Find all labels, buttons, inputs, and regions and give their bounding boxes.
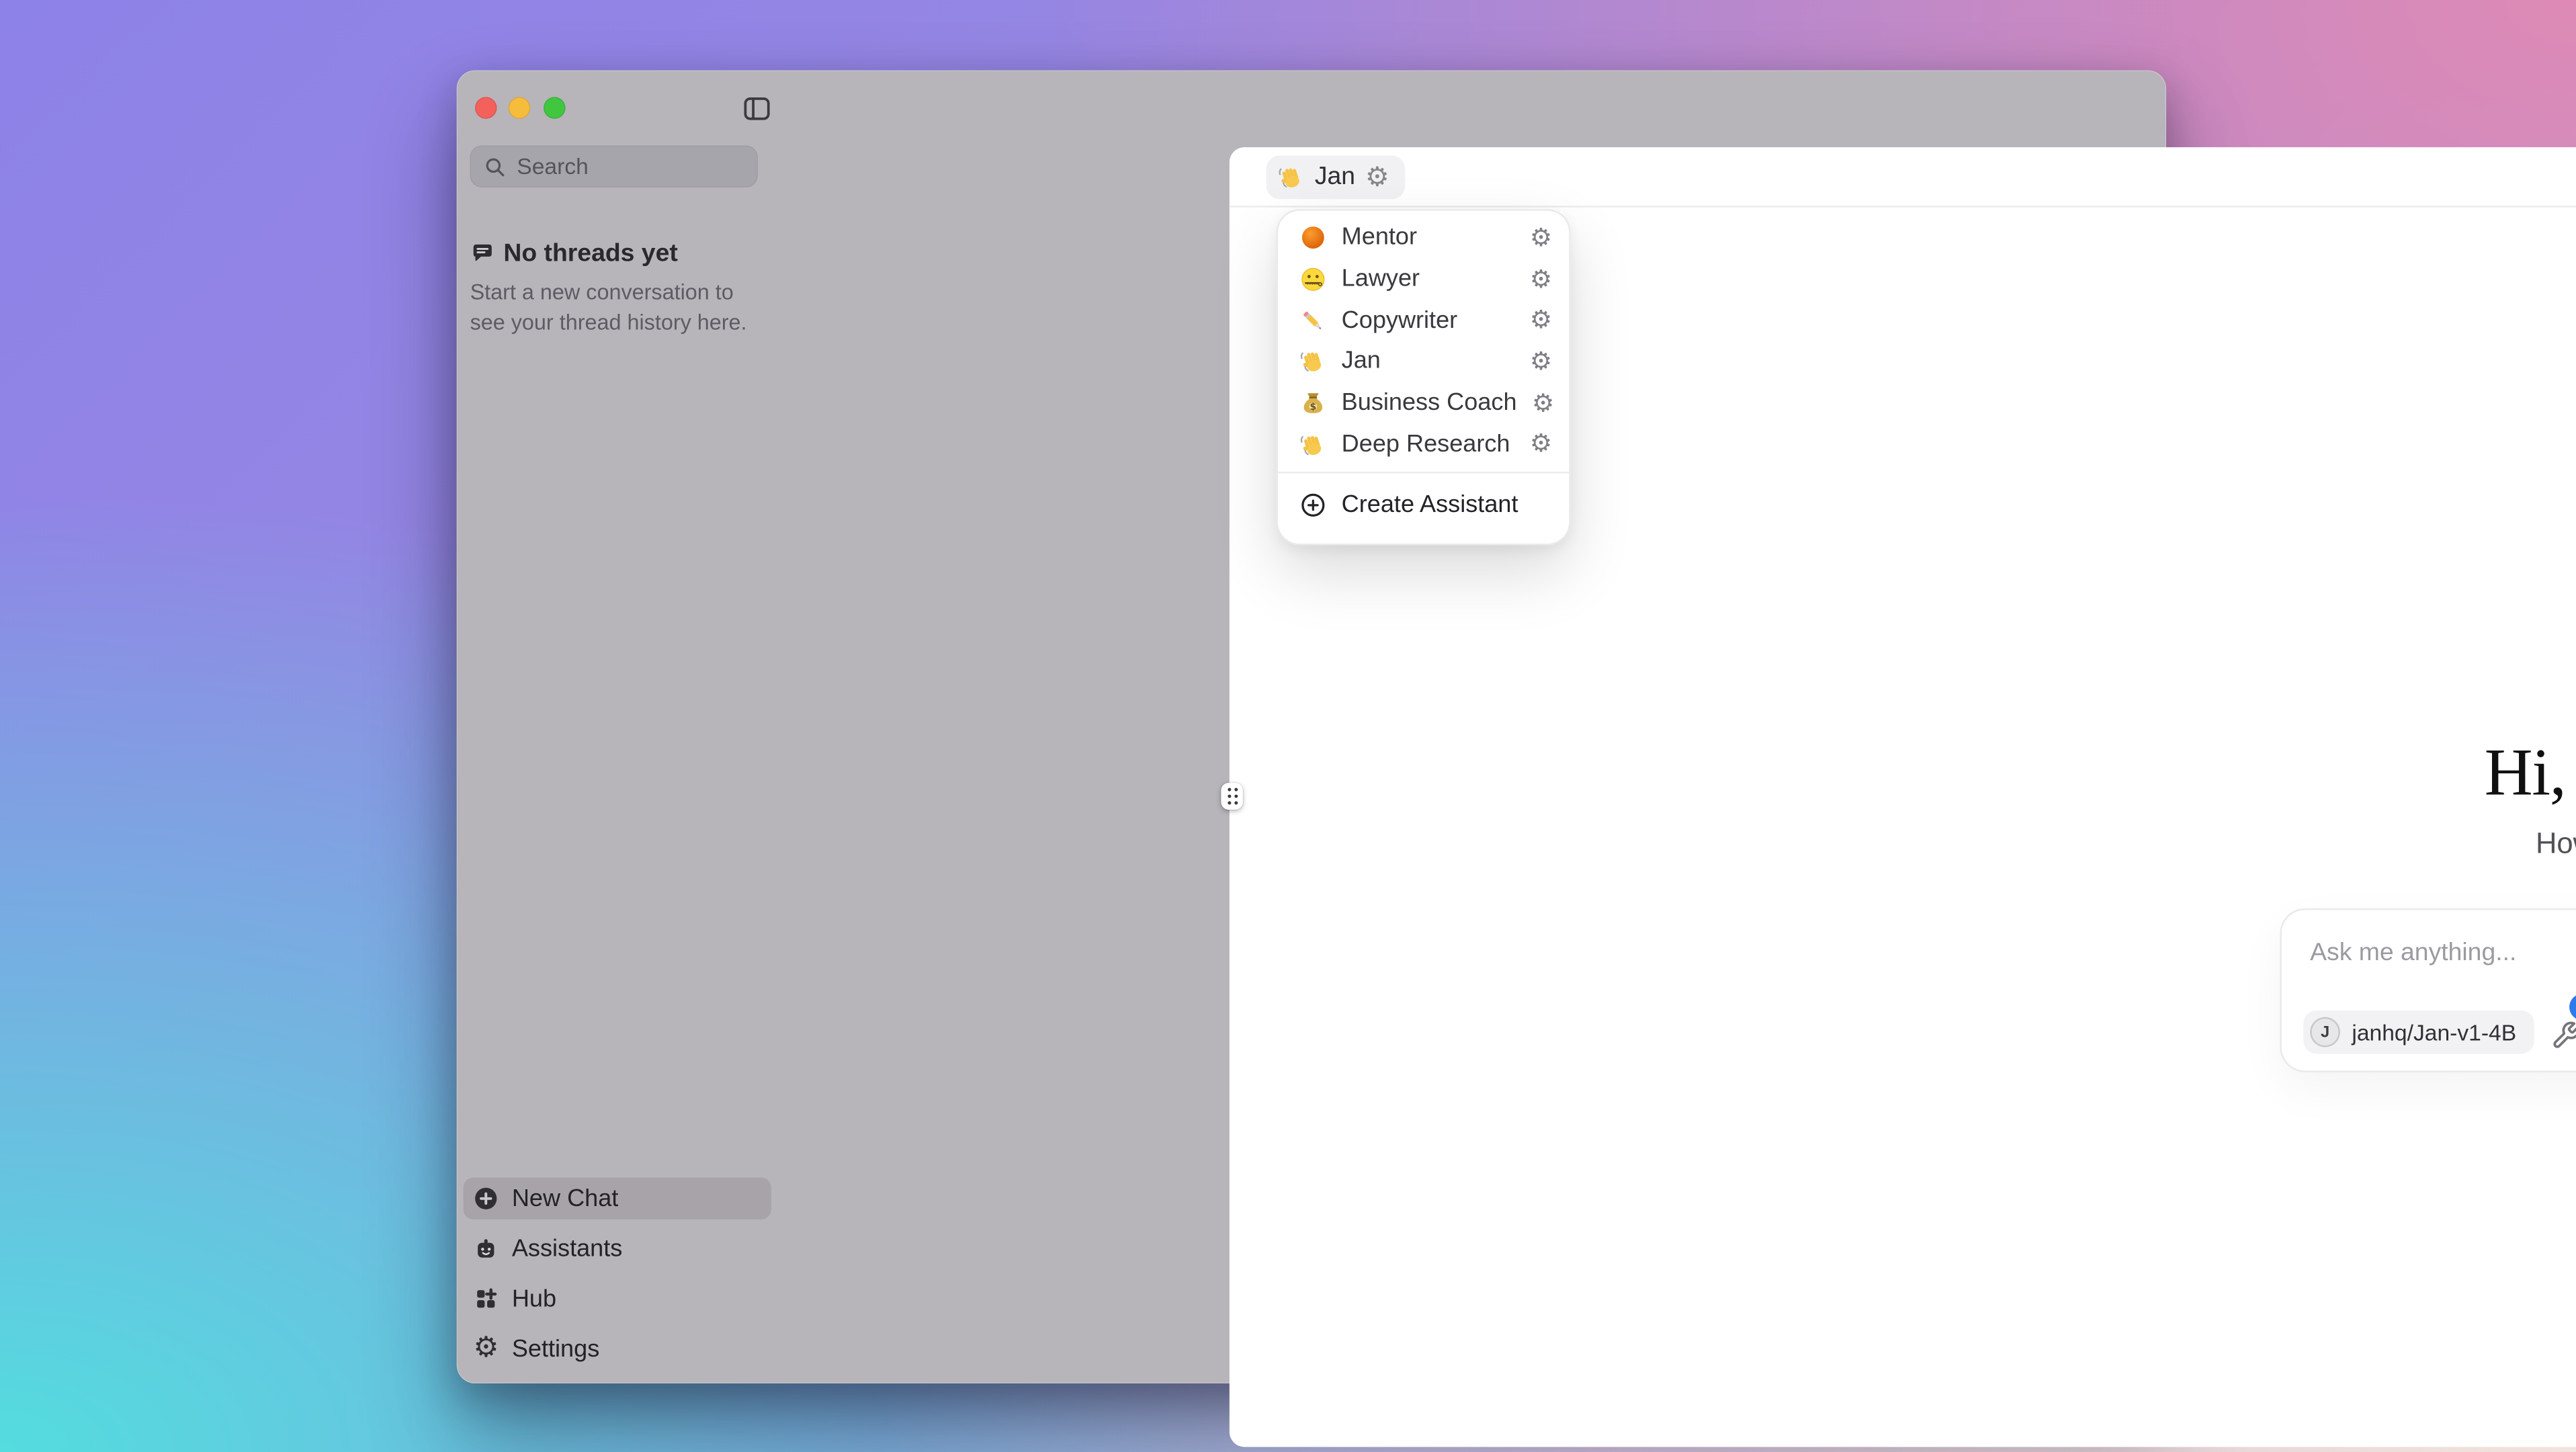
menu-item-jan[interactable]: Jan ⚙ bbox=[1278, 341, 1569, 382]
svg-text:$: $ bbox=[1310, 402, 1316, 413]
menu-item-label: Mentor bbox=[1342, 224, 1515, 251]
zoom-button[interactable] bbox=[543, 97, 564, 118]
model-selector-button[interactable]: J janhq/Jan-v1-4B bbox=[2303, 1011, 2534, 1054]
orange-circle-emoji bbox=[1299, 224, 1326, 251]
sidebar-item-label: Settings bbox=[512, 1336, 599, 1363]
menu-item-label: Lawyer bbox=[1342, 266, 1515, 293]
gear-icon[interactable]: ⚙ bbox=[1530, 226, 1552, 251]
assistants-icon bbox=[474, 1236, 499, 1261]
header-divider bbox=[1230, 206, 2576, 207]
empty-state-title: No threads yet bbox=[503, 239, 677, 267]
menu-item-label: Business Coach bbox=[1342, 390, 1517, 417]
waving-hand-emoji bbox=[1299, 431, 1326, 458]
zipper-mouth-face-emoji bbox=[1299, 266, 1326, 293]
search-icon bbox=[483, 155, 507, 178]
sidebar-toggle-button[interactable] bbox=[739, 92, 773, 126]
pencil-emoji bbox=[1299, 307, 1326, 334]
assistant-selector-button[interactable]: Jan ⚙ bbox=[1266, 155, 1404, 198]
model-avatar: J bbox=[2310, 1017, 2340, 1048]
close-button[interactable] bbox=[474, 97, 496, 118]
sidebar-item-label: Assistants bbox=[512, 1236, 623, 1263]
menu-item-business-coach[interactable]: $ Business Coach ⚙ bbox=[1278, 382, 1569, 423]
assistant-menu: Mentor ⚙ Lawyer ⚙ bbox=[1278, 211, 1569, 544]
desktop-wallpaper: No threads yet Start a new conversation … bbox=[0, 0, 2576, 1452]
menu-item-copywriter[interactable]: Copywriter ⚙ bbox=[1278, 300, 1569, 341]
settings-icon: ⚙ bbox=[474, 1335, 499, 1363]
app-window: No threads yet Start a new conversation … bbox=[457, 71, 2166, 1383]
gear-icon[interactable]: ⚙ bbox=[1530, 267, 1552, 292]
sidebar-item-label: Hub bbox=[512, 1285, 556, 1312]
hub-icon bbox=[474, 1287, 499, 1312]
empty-state-description: Start a new conversation to see your thr… bbox=[470, 277, 761, 336]
wrench-icon bbox=[2551, 1021, 2576, 1051]
greeting-subtitle: How can I help you today? bbox=[2027, 826, 2576, 861]
sidebar-item-assistants[interactable]: Assistants bbox=[464, 1228, 771, 1269]
gear-icon[interactable]: ⚙ bbox=[1530, 349, 1552, 374]
minimize-button[interactable] bbox=[509, 97, 530, 118]
search-input[interactable] bbox=[517, 154, 744, 179]
gear-icon[interactable]: ⚙ bbox=[1530, 432, 1552, 457]
menu-divider bbox=[1278, 472, 1569, 473]
gear-icon[interactable]: ⚙ bbox=[1530, 308, 1552, 333]
sidebar-nav: New Chat Assistants bbox=[464, 1178, 771, 1379]
menu-item-label: Jan bbox=[1342, 349, 1515, 376]
new-chat-icon bbox=[474, 1186, 499, 1211]
search-field[interactable] bbox=[470, 146, 758, 187]
create-assistant-button[interactable]: Create Assistant bbox=[1278, 480, 1569, 531]
chat-composer[interactable]: J janhq/Jan-v1-4B 1 bbox=[2282, 910, 2576, 1070]
sidebar-item-hub[interactable]: Hub bbox=[464, 1278, 771, 1320]
waving-hand-emoji bbox=[1278, 163, 1305, 190]
menu-item-label: Deep Research bbox=[1342, 431, 1515, 458]
menu-item-mentor[interactable]: Mentor ⚙ bbox=[1278, 218, 1569, 259]
greeting-title: Hi, how are you? bbox=[2027, 732, 2576, 811]
chat-input[interactable] bbox=[2310, 933, 2576, 970]
money-bag-emoji: $ bbox=[1299, 390, 1326, 417]
menu-item-lawyer[interactable]: Lawyer ⚙ bbox=[1278, 259, 1569, 300]
assistant-name: Jan bbox=[1315, 162, 1355, 190]
gear-icon[interactable]: ⚙ bbox=[1365, 163, 1389, 190]
panel-left-icon bbox=[742, 95, 770, 122]
sidebar-item-settings[interactable]: ⚙ Settings bbox=[464, 1328, 771, 1370]
create-assistant-label: Create Assistant bbox=[1342, 492, 1518, 519]
sidebar-resize-handle[interactable] bbox=[1221, 783, 1242, 810]
menu-item-label: Copywriter bbox=[1342, 307, 1515, 334]
plus-circle-icon bbox=[1299, 492, 1326, 519]
sidebar-item-new-chat[interactable]: New Chat bbox=[464, 1178, 771, 1220]
sidebar-item-label: New Chat bbox=[512, 1185, 619, 1212]
drag-dots-icon bbox=[1227, 788, 1237, 805]
menu-item-deep-research[interactable]: Deep Research ⚙ bbox=[1278, 424, 1569, 465]
tools-count-badge: 1 bbox=[2569, 994, 2576, 1021]
gear-icon[interactable]: ⚙ bbox=[1532, 391, 1554, 416]
tools-button[interactable] bbox=[2551, 1021, 2576, 1051]
threads-empty-icon bbox=[470, 241, 495, 266]
waving-hand-emoji bbox=[1299, 349, 1326, 376]
model-name: janhq/Jan-v1-4B bbox=[2352, 1019, 2516, 1044]
